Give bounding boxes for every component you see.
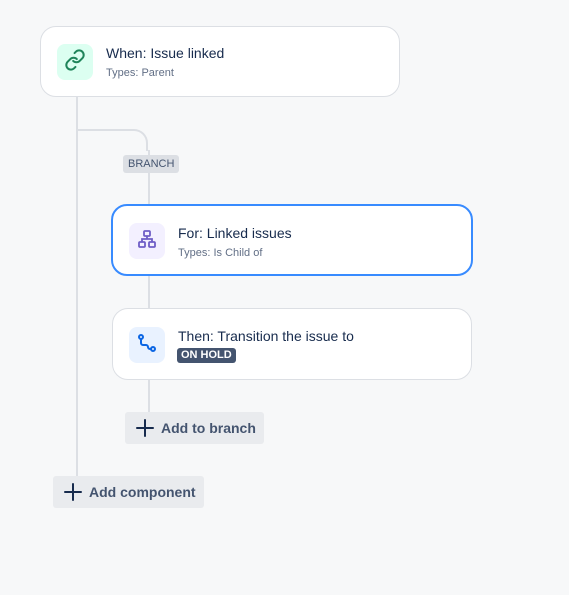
branch-condition-card[interactable]: For: Linked issues Types: Is Child of (111, 204, 473, 276)
add-component-button[interactable]: Add component (53, 476, 204, 508)
action-icon-box (129, 327, 165, 363)
branch-connector-curve (76, 129, 148, 151)
trigger-title: When: Issue linked (106, 45, 225, 61)
transition-icon (137, 333, 157, 358)
trigger-subtitle: Types: Parent (106, 67, 174, 79)
main-connector-line (76, 96, 78, 478)
branch-connector-line-middle (148, 275, 150, 309)
branch-label: BRANCH (123, 155, 180, 173)
trigger-card[interactable]: When: Issue linked Types: Parent (40, 26, 400, 97)
action-card[interactable]: Then: Transition the issue to ON HOLD (112, 308, 472, 380)
hierarchy-icon (137, 229, 157, 254)
branch-icon-box (129, 223, 165, 259)
trigger-icon-box (57, 44, 93, 80)
branch-condition-subtitle: Types: Is Child of (178, 247, 263, 259)
branch-condition-title: For: Linked issues (178, 225, 292, 241)
status-lozenge: ON HOLD (177, 348, 236, 363)
add-to-branch-label: Add to branch (161, 420, 256, 436)
add-component-label: Add component (89, 484, 196, 500)
plus-icon (63, 482, 83, 502)
action-title: Then: Transition the issue to (178, 328, 354, 344)
link-icon (64, 48, 86, 76)
branch-connector-line-bottom (148, 379, 150, 413)
plus-icon (135, 418, 155, 438)
add-to-branch-button[interactable]: Add to branch (125, 412, 264, 444)
